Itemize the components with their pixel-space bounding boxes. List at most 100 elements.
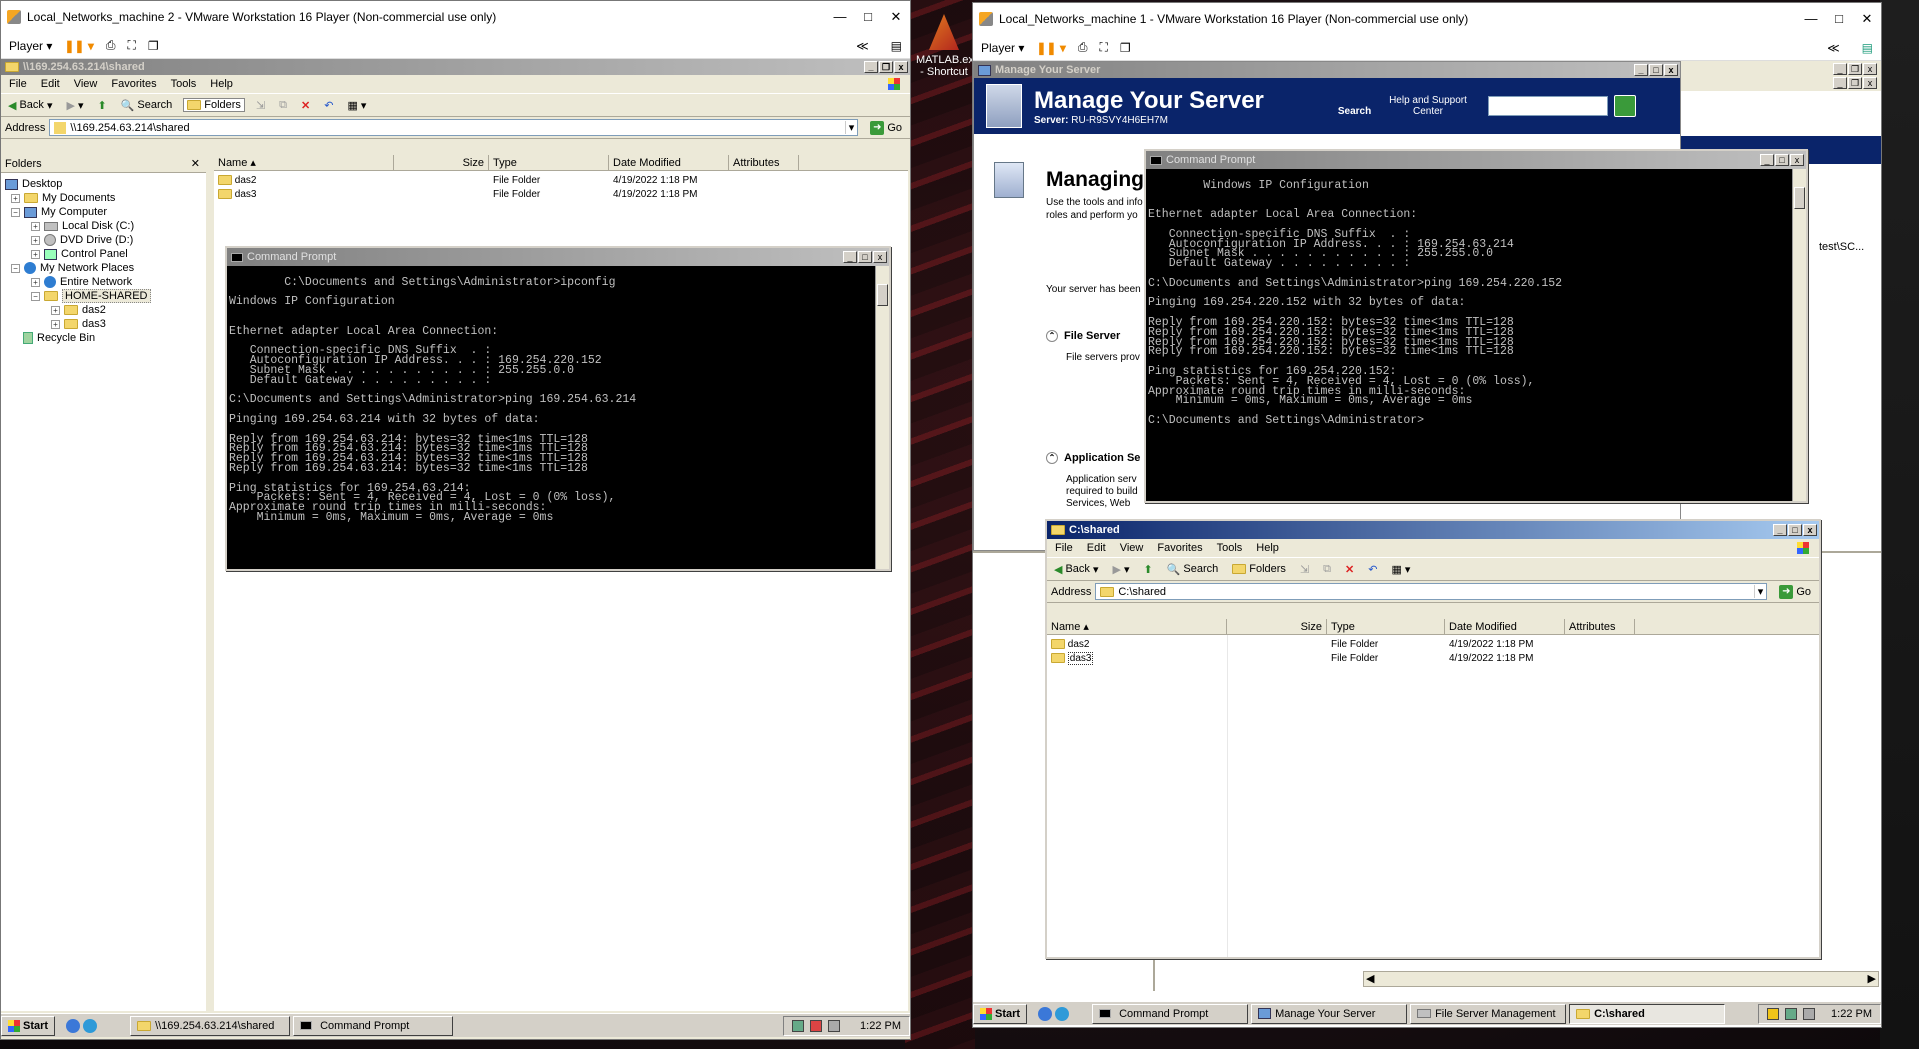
minimize-icon[interactable]: _ (1833, 77, 1847, 89)
move-to-button[interactable]: ⇲ (1297, 563, 1312, 576)
clock[interactable]: 1:22 PM (1831, 1008, 1872, 1020)
col-size[interactable]: Size (1227, 619, 1327, 634)
tree-item-recycle-bin[interactable]: Recycle Bin (5, 331, 206, 345)
up-folder-button[interactable]: ⬆ (1140, 563, 1155, 576)
task-command-prompt[interactable]: Command Prompt (293, 1015, 454, 1036)
pause-icon[interactable]: ❚❚ ▾ (1036, 41, 1065, 55)
back-button[interactable]: ◀ Back ▾ (5, 99, 55, 112)
menu-tools[interactable]: Tools (1217, 542, 1243, 554)
minimize-icon[interactable]: — (826, 9, 854, 25)
list-item[interactable]: das3 File Folder 4/19/2022 1:18 PM (214, 187, 908, 201)
menu-view[interactable]: View (1120, 542, 1144, 554)
explorer-quicklaunch-icon[interactable] (83, 1018, 98, 1033)
tree-item-entire-network[interactable]: + Entire Network (5, 275, 206, 289)
delete-icon[interactable]: ✕ (1342, 563, 1357, 576)
expand-icon[interactable]: + (31, 235, 40, 245)
copy-to-button[interactable]: ⧉ (1320, 563, 1334, 576)
list-item[interactable]: das2 File Folder 4/19/2022 1:18 PM (214, 173, 908, 187)
help-search-input[interactable] (1488, 96, 1608, 116)
list-item[interactable]: das3 File Folder 4/19/2022 1:18 PM (1047, 651, 1819, 665)
dropdown-arrow-icon[interactable]: ▾ (844, 121, 858, 134)
send-ctrl-alt-del-icon[interactable]: ⎙ (1078, 40, 1088, 55)
col-type[interactable]: Type (1327, 619, 1445, 634)
task-manage-your-server[interactable]: Manage Your Server (1251, 1003, 1408, 1024)
col-type[interactable]: Type (489, 155, 609, 170)
menu-help[interactable]: Help (210, 78, 233, 90)
search-button[interactable]: 🔍 Search (118, 99, 176, 112)
network-tray-icon[interactable] (792, 1019, 805, 1032)
back-button[interactable]: ◀ Back ▾ (1051, 563, 1101, 576)
maximize-icon[interactable]: □ (1649, 64, 1663, 76)
task-explorer[interactable]: \\169.254.63.214\shared (130, 1015, 291, 1036)
close-icon[interactable]: x (894, 61, 908, 73)
views-button[interactable]: ▦ ▾ (1388, 563, 1413, 576)
minimize-icon[interactable]: — (1797, 11, 1825, 27)
expand-icon[interactable]: + (31, 277, 40, 287)
menu-help[interactable]: Help (1256, 542, 1279, 554)
volume-tray-icon[interactable] (1803, 1007, 1816, 1020)
menu-edit[interactable]: Edit (1087, 542, 1106, 554)
delete-icon[interactable]: ✕ (298, 99, 313, 112)
collapse-icon[interactable]: ≪ (1827, 41, 1840, 55)
pause-icon[interactable]: ❚❚ ▾ (64, 39, 93, 53)
expand-icon[interactable]: + (51, 319, 60, 329)
folders-button[interactable]: Folders (183, 98, 245, 112)
maximize-icon[interactable]: □ (1775, 154, 1789, 166)
minimize-icon[interactable]: _ (1833, 63, 1847, 75)
tree-item-local-disk[interactable]: + Local Disk (C:) (5, 219, 206, 233)
task-command-prompt[interactable]: Command Prompt (1092, 1003, 1249, 1024)
fullscreen-icon[interactable]: ⛶ (1099, 40, 1107, 55)
collapse-section-icon[interactable]: ⌃ (1046, 330, 1058, 342)
undo-icon[interactable]: ↶ (1365, 563, 1380, 576)
close-icon[interactable]: ✕ (1853, 11, 1881, 27)
cmd-scrollbar[interactable] (1792, 169, 1806, 501)
scroll-left-icon[interactable]: ◀ (1366, 972, 1374, 985)
collapse-section-icon[interactable]: ⌃ (1046, 452, 1058, 464)
matlab-shortcut[interactable]: MATLAB.exe - Shortcut (916, 14, 980, 78)
minimize-icon[interactable]: _ (1760, 154, 1774, 166)
network-tray-icon[interactable] (1785, 1007, 1798, 1020)
message-log-icon[interactable]: ▤ (891, 39, 902, 53)
close-icon[interactable]: x (873, 251, 887, 263)
forward-button[interactable]: ▶ ▾ (1109, 563, 1132, 576)
ie-quicklaunch-icon[interactable] (66, 1018, 81, 1033)
col-date-modified[interactable]: Date Modified (1445, 619, 1565, 634)
expand-icon[interactable]: + (51, 305, 60, 315)
scroll-right-icon[interactable]: ▶ (1868, 972, 1876, 985)
forward-button[interactable]: ▶ ▾ (63, 99, 86, 112)
menu-file[interactable]: File (9, 78, 27, 90)
up-folder-button[interactable]: ⬆ (94, 99, 109, 112)
tree-item-my-network-places[interactable]: − My Network Places (5, 261, 206, 275)
restore-icon[interactable]: ❐ (1848, 63, 1862, 75)
file-server-section[interactable]: ⌃ File Server File servers prov (1046, 330, 1140, 363)
collapse-icon[interactable]: − (11, 207, 20, 217)
close-icon[interactable]: x (1863, 77, 1877, 89)
minimize-icon[interactable]: _ (864, 61, 878, 73)
scroll-thumb[interactable] (877, 284, 888, 306)
task-file-server-management[interactable]: File Server Management (1410, 1003, 1567, 1024)
cmd-scrollbar[interactable] (875, 266, 889, 569)
tree-item-desktop[interactable]: Desktop (5, 177, 206, 191)
cmd-output[interactable]: C:\Documents and Settings\Administrator>… (227, 266, 889, 569)
menu-view[interactable]: View (74, 78, 98, 90)
copy-to-button[interactable]: ⧉ (276, 99, 290, 112)
address-input[interactable]: \\169.254.63.214\shared ▾ (49, 119, 859, 136)
expand-icon[interactable]: + (11, 193, 20, 203)
list-item[interactable]: das2 File Folder 4/19/2022 1:18 PM (1047, 637, 1819, 651)
tree-item-home-shared[interactable]: − HOME-SHARED (5, 289, 206, 303)
menu-favorites[interactable]: Favorites (111, 78, 156, 90)
application-server-section[interactable]: ⌃ Application Se Application serv require… (1046, 452, 1148, 510)
go-button[interactable]: ➜ Go (862, 120, 910, 135)
player-menu[interactable]: Player ▾ (9, 39, 52, 53)
unity-icon[interactable]: ❐ (148, 39, 159, 53)
close-icon[interactable]: x (1664, 64, 1678, 76)
collapse-icon[interactable]: − (11, 263, 20, 273)
restore-icon[interactable]: ❐ (879, 61, 893, 73)
folders-button[interactable]: Folders (1229, 563, 1289, 575)
menu-favorites[interactable]: Favorites (1157, 542, 1202, 554)
col-size[interactable]: Size (394, 155, 489, 170)
explorer-quicklaunch-icon[interactable] (1055, 1006, 1070, 1021)
tree-item-das3[interactable]: + das3 (5, 317, 206, 331)
warning-tray-icon[interactable] (1767, 1007, 1780, 1020)
minimize-icon[interactable]: _ (1634, 64, 1648, 76)
